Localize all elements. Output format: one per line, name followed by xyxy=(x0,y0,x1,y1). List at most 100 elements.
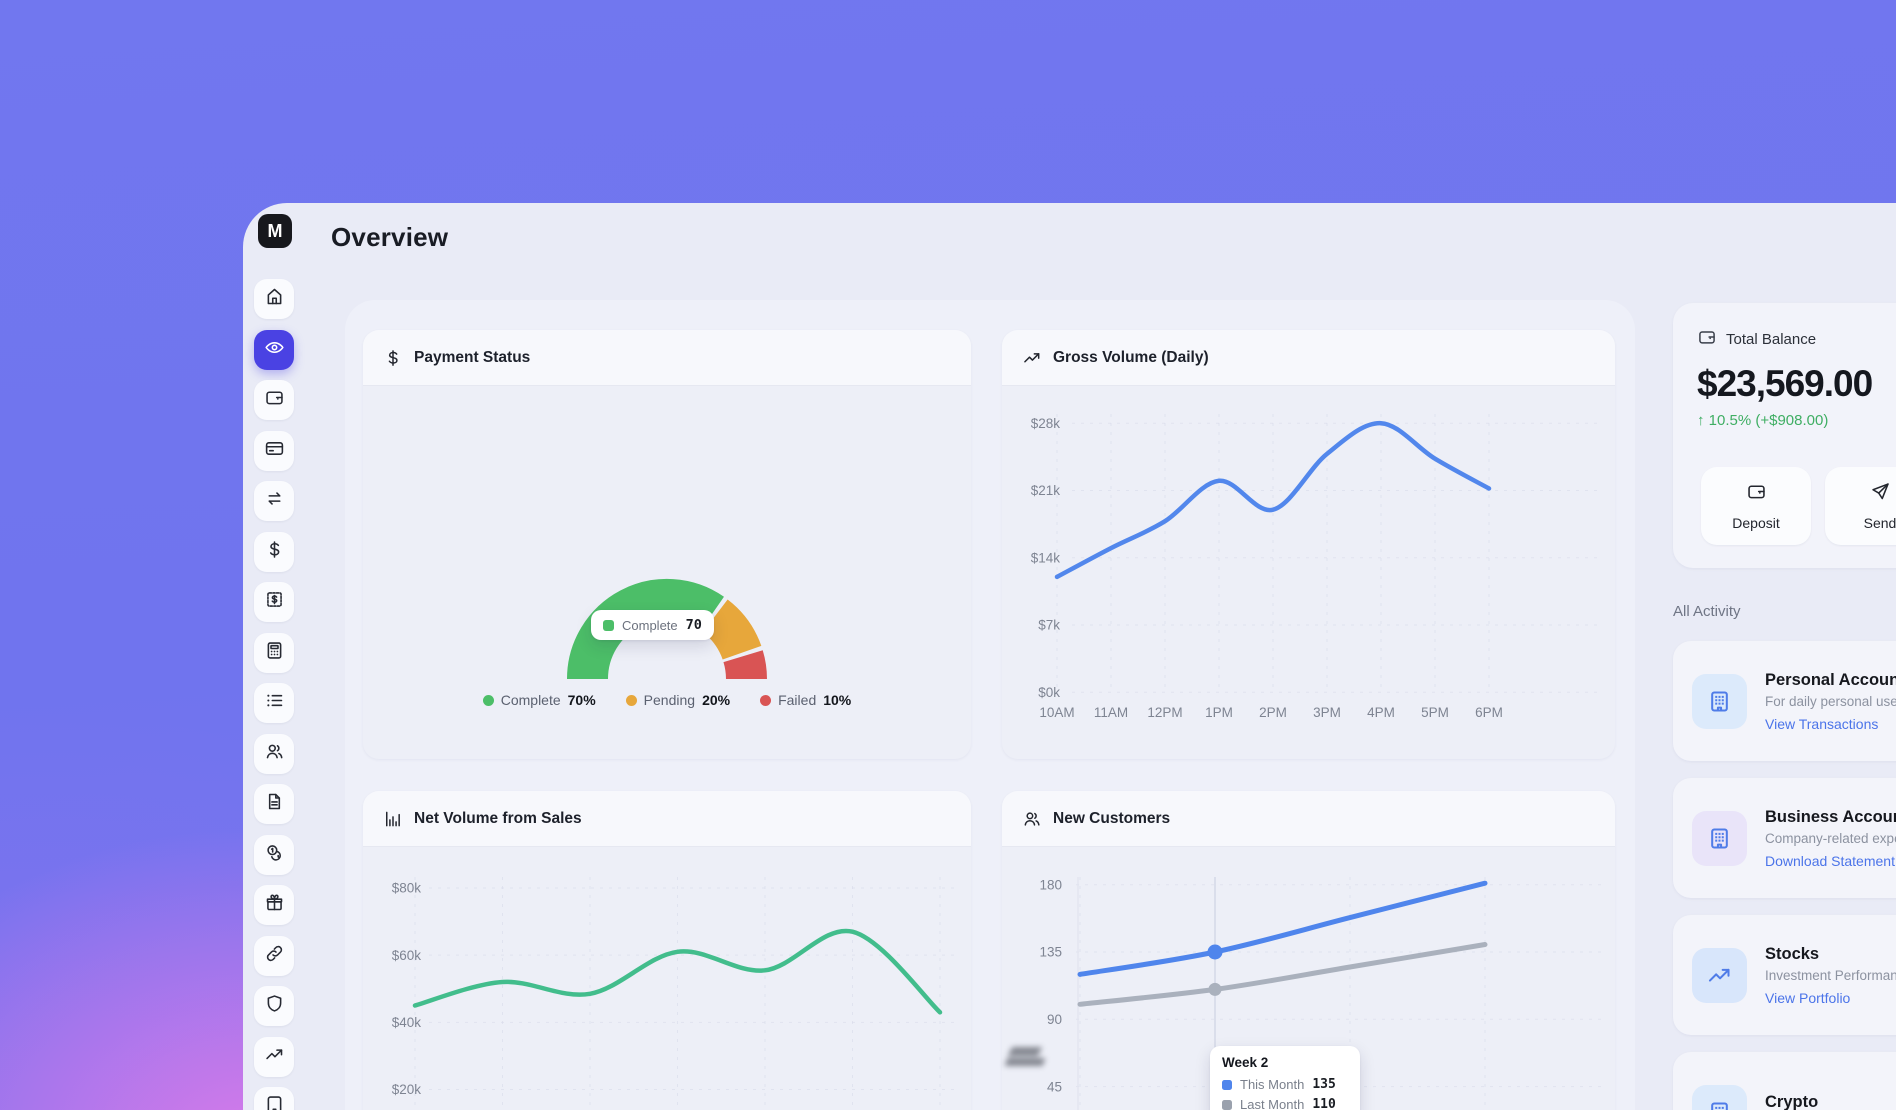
gauge-tooltip-value: 70 xyxy=(686,617,702,633)
net-volume-card: Net Volume from Sales $80k$60k$40k$20k xyxy=(363,791,971,1110)
activity-subtitle: For daily personal use xyxy=(1765,694,1896,709)
activity-subtitle: Investment Performance xyxy=(1765,968,1896,983)
tooltip-value: 110 xyxy=(1312,1097,1335,1110)
sidebar-item-document[interactable] xyxy=(254,784,294,824)
cursor-artifact xyxy=(1004,1039,1050,1077)
users-icon xyxy=(1022,809,1042,829)
total-balance-amount: $23,569.00 xyxy=(1697,363,1896,405)
activity-card-business-account[interactable]: Business Account Company-related expense… xyxy=(1673,778,1896,898)
sidebar-item-coins[interactable] xyxy=(254,835,294,875)
shield-icon xyxy=(264,993,285,1019)
sidebar-item-link[interactable] xyxy=(254,936,294,976)
activity-card-personal-account[interactable]: Personal Account For daily personal use … xyxy=(1673,641,1896,761)
gross-volume-line-chart: $0k$7k$14k$21k$28k10AM11AM12PM1PM2PM3PM4… xyxy=(1002,386,1615,759)
send-button[interactable]: Send xyxy=(1825,467,1896,545)
new-customers-chart: 1801359045 Week 2 This Month 135 Last Mo… xyxy=(1002,847,1615,1110)
home-icon xyxy=(264,286,285,312)
wallet-icon xyxy=(264,387,285,413)
payment-status-chart: Complete 70% Pending 20% Failed 10% Comp… xyxy=(363,386,971,759)
tooltip-swatch xyxy=(1222,1100,1232,1110)
sidebar-item-users[interactable] xyxy=(254,734,294,774)
svg-text:6PM: 6PM xyxy=(1475,705,1503,720)
sidebar-item-credit-card[interactable] xyxy=(254,431,294,471)
dashboard-screen: M Overview Payment Status Complete 70% P… xyxy=(0,0,1896,1110)
sidebar-item-invoice[interactable] xyxy=(254,582,294,622)
activity-link[interactable]: View Portfolio xyxy=(1765,990,1896,1006)
new-customers-card: New Customers 1801359045 Week 2 This Mon… xyxy=(1002,791,1615,1110)
svg-text:$80k: $80k xyxy=(392,881,422,896)
users-icon xyxy=(264,741,285,767)
svg-text:$28k: $28k xyxy=(1031,416,1061,431)
sidebar-item-list[interactable] xyxy=(254,683,294,723)
action-button-label: Deposit xyxy=(1732,515,1779,531)
sidebar-item-home[interactable] xyxy=(254,279,294,319)
activity-title: Business Account xyxy=(1765,808,1896,827)
sidebar-item-shield[interactable] xyxy=(254,986,294,1026)
dollar-icon xyxy=(264,539,285,565)
legend-value: 10% xyxy=(823,692,851,708)
dollar-icon xyxy=(383,348,403,368)
gauge-tooltip-swatch xyxy=(603,620,614,631)
sidebar-item-calculator[interactable] xyxy=(254,633,294,673)
activity-link[interactable]: View Transactions xyxy=(1765,716,1896,732)
payment-status-card: Payment Status Complete 70% Pending 20% … xyxy=(363,330,971,759)
gauge-tooltip: Complete 70 xyxy=(591,610,714,640)
legend-dot xyxy=(483,695,494,706)
coins-icon xyxy=(264,842,285,868)
calculator-icon xyxy=(264,640,285,666)
sidebar-nav xyxy=(254,279,294,1110)
wallet-icon xyxy=(1746,481,1767,507)
trending-up-icon xyxy=(264,1044,285,1070)
sidebar-item-eye[interactable] xyxy=(254,330,294,370)
cards-panel: Payment Status Complete 70% Pending 20% … xyxy=(345,300,1635,1110)
tooltip-label: This Month xyxy=(1240,1077,1304,1092)
legend-item: Failed 10% xyxy=(760,692,851,708)
trending-up-icon xyxy=(1692,948,1747,1003)
all-activity-label: All Activity xyxy=(1673,603,1741,620)
legend-item: Complete 70% xyxy=(483,692,596,708)
svg-text:4PM: 4PM xyxy=(1367,705,1395,720)
gift-icon xyxy=(264,892,285,918)
payment-status-title: Payment Status xyxy=(414,349,530,367)
new-customers-title: New Customers xyxy=(1053,810,1170,828)
svg-text:$14k: $14k xyxy=(1031,550,1061,565)
document-icon xyxy=(264,791,285,817)
sidebar-item-transfer[interactable] xyxy=(254,481,294,521)
tooltip-swatch xyxy=(1222,1080,1232,1090)
svg-text:2PM: 2PM xyxy=(1259,705,1287,720)
sidebar-item-wallet[interactable] xyxy=(254,380,294,420)
credit-card-icon xyxy=(264,438,285,464)
svg-text:$0k: $0k xyxy=(1038,685,1060,700)
payment-status-header: Payment Status xyxy=(363,330,971,386)
activity-link[interactable]: Download Statement xyxy=(1765,853,1896,869)
gross-volume-title: Gross Volume (Daily) xyxy=(1053,349,1209,367)
net-volume-header: Net Volume from Sales xyxy=(363,791,971,847)
balance-actions: Deposit Send xyxy=(1701,467,1896,545)
total-balance-card: Total Balance $23,569.00 ↑ 10.5% (+$908.… xyxy=(1673,303,1896,568)
building-icon xyxy=(1692,674,1747,729)
gauge-tooltip-label: Complete xyxy=(622,618,678,633)
sidebar-item-trending-up[interactable] xyxy=(254,1037,294,1077)
sidebar-item-dollar[interactable] xyxy=(254,532,294,572)
legend-value: 70% xyxy=(568,692,596,708)
send-icon xyxy=(1870,481,1891,507)
sidebar-item-gift[interactable] xyxy=(254,885,294,925)
sidebar-item-tablet[interactable] xyxy=(254,1087,294,1110)
activity-card-crypto[interactable]: Crypto Wallet & Exchange xyxy=(1673,1052,1896,1110)
deposit-button[interactable]: Deposit xyxy=(1701,467,1811,545)
trending-up-icon xyxy=(1022,348,1042,368)
page-title: Overview xyxy=(331,222,448,253)
activity-title: Crypto xyxy=(1765,1093,1879,1110)
svg-text:$40k: $40k xyxy=(392,1015,422,1030)
app-logo[interactable]: M xyxy=(258,214,292,248)
gross-volume-card: Gross Volume (Daily) $0k$7k$14k$21k$28k1… xyxy=(1002,330,1615,759)
svg-text:$7k: $7k xyxy=(1038,618,1060,633)
svg-text:1PM: 1PM xyxy=(1205,705,1233,720)
app-logo-letter: M xyxy=(268,221,283,242)
net-volume-title: Net Volume from Sales xyxy=(414,810,582,828)
activity-text: Stocks Investment Performance View Portf… xyxy=(1765,945,1896,1006)
building-icon xyxy=(1692,811,1747,866)
activity-card-stocks[interactable]: Stocks Investment Performance View Portf… xyxy=(1673,915,1896,1035)
svg-text:$60k: $60k xyxy=(392,948,422,963)
svg-text:11AM: 11AM xyxy=(1094,705,1128,720)
